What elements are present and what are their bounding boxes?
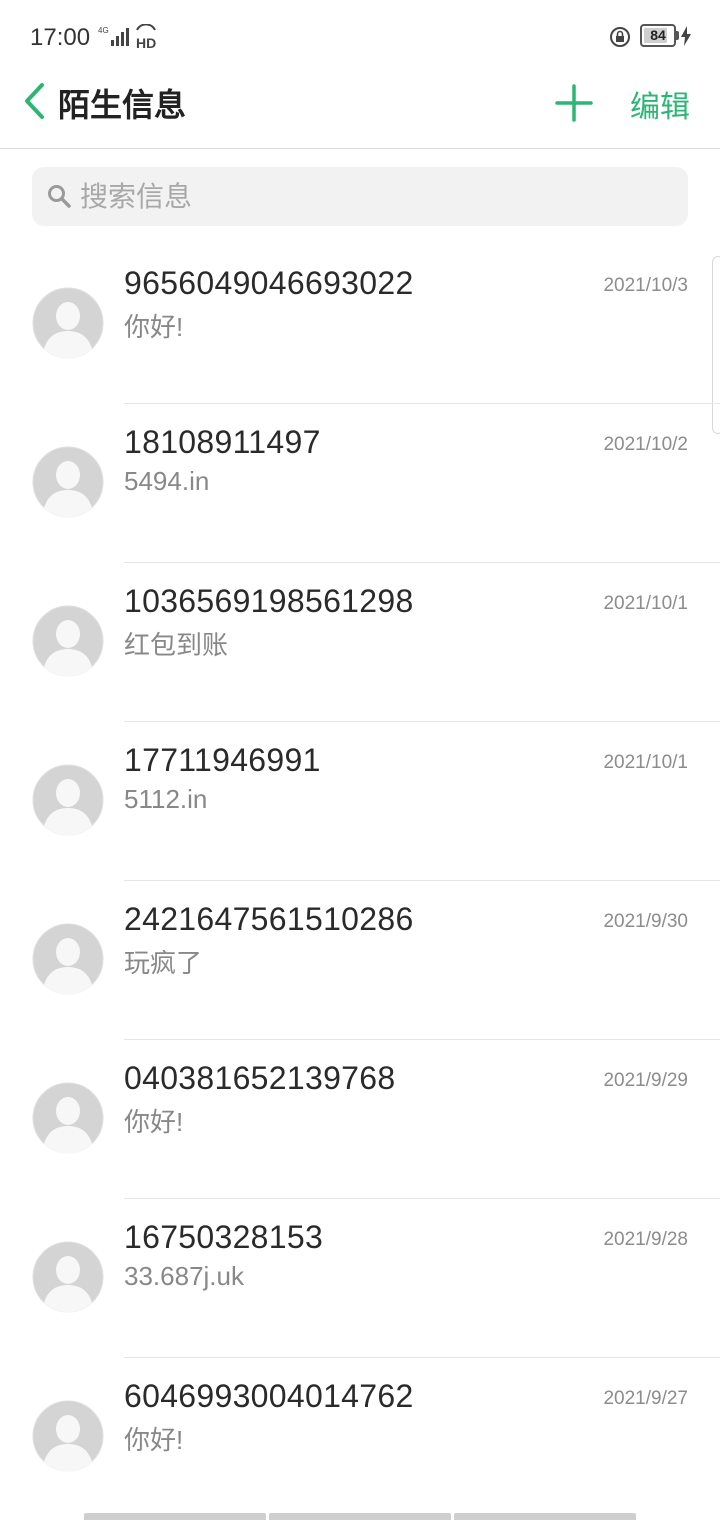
message-date: 2021/9/29 [603, 1070, 688, 1091]
search-icon [48, 185, 71, 208]
message-date: 2021/9/28 [603, 1229, 688, 1250]
avatar-icon [32, 1241, 104, 1313]
edit-button[interactable]: 编辑 [630, 82, 690, 126]
sender-number: 6046993004014762 [124, 1378, 414, 1414]
message-item[interactable]: 6046993004014762 你好! 2021/9/27 [0, 1358, 720, 1517]
svg-text:HD: HD [136, 35, 156, 50]
message-date: 2021/9/27 [603, 1388, 688, 1409]
svg-text:4G: 4G [98, 26, 109, 35]
search-input[interactable] [80, 167, 660, 226]
page-title: 陌生信息 [58, 87, 187, 123]
message-item[interactable]: 17711946991 5112.in 2021/10/1 [0, 722, 720, 881]
add-icon[interactable] [555, 84, 593, 122]
message-preview: 你好! [124, 1425, 184, 1455]
sender-number: 1036569198561298 [124, 583, 414, 619]
avatar-icon [32, 605, 104, 677]
sender-number: 18108911497 [124, 424, 321, 460]
avatar-icon [32, 1400, 104, 1472]
bottom-bar-segment [84, 1513, 266, 1520]
message-preview: 5494.in [124, 466, 210, 496]
bottom-bar-segment [454, 1513, 636, 1520]
status-bar: 17:00 4G HD 84 [0, 0, 720, 72]
message-preview: 你好! [124, 1107, 184, 1137]
bottom-bar [84, 1513, 636, 1520]
message-date: 2021/10/3 [603, 275, 688, 296]
message-preview: 5112.in [124, 784, 208, 814]
battery-icon: 84 [640, 24, 676, 47]
back-icon[interactable] [22, 82, 48, 120]
message-date: 2021/10/1 [603, 593, 688, 614]
message-item[interactable]: 16750328153 33.687j.uk 2021/9/28 [0, 1199, 720, 1358]
message-item[interactable]: 1036569198561298 红包到账 2021/10/1 [0, 563, 720, 722]
signal-4g-icon: 4G HD [98, 24, 156, 50]
message-date: 2021/9/30 [603, 911, 688, 932]
avatar-icon [32, 923, 104, 995]
sender-number: 2421647561510286 [124, 901, 414, 937]
message-preview: 你好! [124, 312, 184, 342]
battery-tip [676, 31, 679, 40]
avatar-icon [32, 764, 104, 836]
message-preview: 红包到账 [124, 630, 229, 660]
message-item[interactable]: 9656049046693022 你好! 2021/10/3 [0, 245, 720, 404]
sender-number: 9656049046693022 [124, 265, 414, 301]
status-time: 17:00 [30, 24, 91, 51]
battery-label: 84 [650, 27, 666, 43]
charging-icon [681, 26, 691, 46]
message-date: 2021/10/2 [603, 434, 688, 455]
message-preview: 玩疯了 [124, 948, 203, 978]
message-item[interactable]: 040381652139768 你好! 2021/9/29 [0, 1040, 720, 1199]
app-header: 陌生信息 编辑 [0, 72, 720, 149]
bottom-bar-segment [269, 1513, 451, 1520]
avatar-icon [32, 446, 104, 518]
sender-number: 16750328153 [124, 1219, 324, 1255]
lock-rotation-icon [610, 27, 630, 47]
message-preview: 33.687j.uk [124, 1261, 244, 1291]
message-item[interactable]: 2421647561510286 玩疯了 2021/9/30 [0, 881, 720, 1040]
sender-number: 17711946991 [124, 742, 321, 778]
message-item[interactable]: 18108911497 5494.in 2021/10/2 [0, 404, 720, 563]
search-bar[interactable] [32, 167, 688, 226]
avatar-icon [32, 1082, 104, 1154]
sender-number: 040381652139768 [124, 1060, 396, 1096]
message-list: 9656049046693022 你好! 2021/10/3 181089114… [0, 245, 720, 1517]
message-date: 2021/10/1 [603, 752, 688, 773]
avatar-icon [32, 287, 104, 359]
